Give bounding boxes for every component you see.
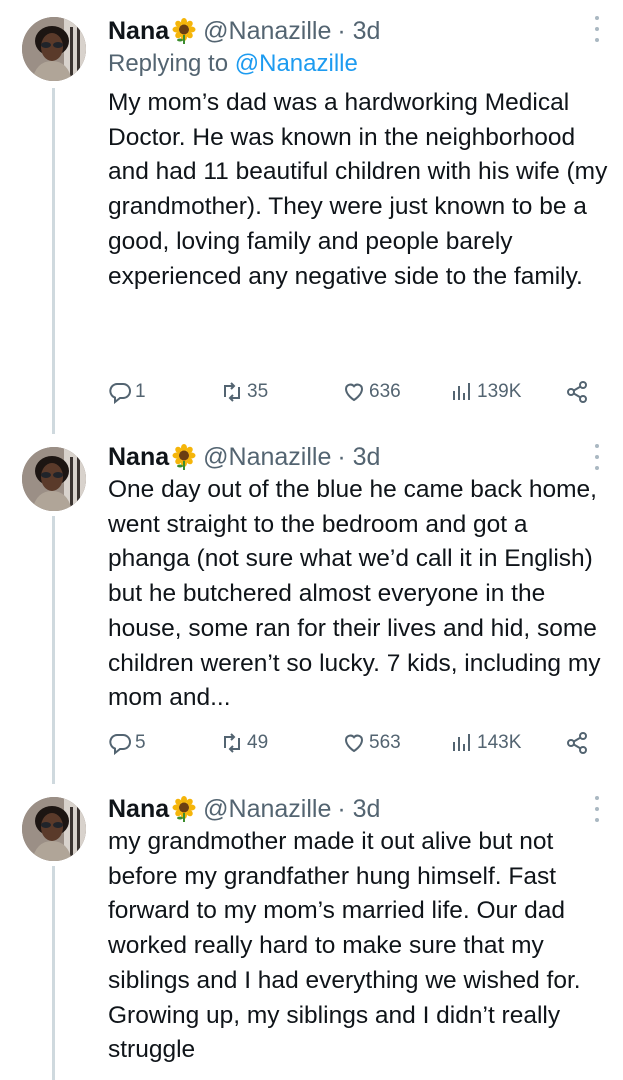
share-icon [567, 732, 587, 754]
more-options-button[interactable] [593, 16, 601, 42]
sunflower-icon [172, 444, 196, 470]
display-name[interactable]: Nana [108, 795, 169, 824]
handle[interactable]: @Nanazille [203, 17, 331, 46]
retweet-button[interactable]: 35 [220, 380, 268, 404]
retweet-icon [224, 382, 240, 402]
avatar-image [22, 17, 86, 81]
display-name[interactable]: Nana [108, 17, 169, 46]
like-count: 563 [369, 732, 401, 753]
reply-count: 5 [135, 732, 146, 753]
reply-button[interactable]: 5 [108, 731, 146, 755]
tweet-text: My mom’s dad was a hardworking Medical D… [108, 89, 608, 290]
handle[interactable]: @Nanazille [203, 443, 331, 472]
timestamp[interactable]: · 3d [337, 443, 380, 472]
display-name[interactable]: Nana [108, 443, 169, 472]
heart-icon [344, 383, 364, 402]
like-button[interactable]: 563 [342, 731, 401, 755]
tweet-header: Nana @Nanazille · 3d [108, 792, 380, 826]
avatar-image [22, 797, 86, 861]
tweet[interactable]: Nana @Nanazille · 3d my grandmother made… [0, 792, 623, 1080]
tweet-text: my grandmother made it out alive but not… [108, 828, 581, 1064]
heart-icon [344, 734, 364, 753]
share-button[interactable] [565, 380, 589, 404]
retweet-count: 49 [247, 732, 269, 753]
share-button[interactable] [565, 731, 589, 755]
views-button[interactable]: 139K [450, 380, 521, 404]
retweet-button[interactable]: 49 [220, 731, 268, 755]
avatar[interactable] [22, 17, 86, 81]
action-bar: 1 35 636 139K [108, 380, 598, 410]
handle[interactable]: @Nanazille [203, 795, 331, 824]
retweet-icon [224, 733, 240, 753]
more-options-button[interactable] [593, 796, 601, 822]
replying-to: Replying to @Nanazille [108, 50, 358, 78]
view-count: 139K [477, 381, 522, 402]
views-icon [453, 734, 470, 751]
share-icon [567, 381, 587, 403]
tweet[interactable]: Nana @Nanazille · 3d One day out of the … [0, 440, 623, 770]
views-button[interactable]: 143K [450, 731, 521, 755]
more-options-button[interactable] [593, 444, 601, 470]
timestamp[interactable]: · 3d [337, 17, 380, 46]
like-count: 636 [369, 381, 401, 402]
replying-prefix: Replying to [108, 50, 229, 77]
sunflower-icon [172, 18, 196, 44]
avatar[interactable] [22, 447, 86, 511]
view-count: 143K [477, 732, 522, 753]
tweet-header: Nana @Nanazille · 3d [108, 440, 380, 474]
reply-button[interactable]: 1 [108, 380, 146, 404]
tweet-header: Nana @Nanazille · 3d [108, 14, 380, 48]
retweet-count: 35 [247, 381, 269, 402]
avatar-image [22, 447, 86, 511]
action-bar: 5 49 563 143K [108, 731, 598, 761]
timestamp[interactable]: · 3d [337, 795, 380, 824]
like-button[interactable]: 636 [342, 380, 401, 404]
sunflower-icon [172, 796, 196, 822]
views-icon [453, 383, 470, 400]
replying-mention[interactable]: @Nanazille [235, 50, 358, 77]
reply-icon [109, 383, 131, 404]
avatar[interactable] [22, 797, 86, 861]
reply-icon [109, 734, 131, 755]
tweet-text: One day out of the blue he came back hom… [108, 476, 601, 712]
tweet[interactable]: Nana @Nanazille · 3d Replying to @Nanazi… [0, 12, 623, 412]
reply-count: 1 [135, 381, 146, 402]
